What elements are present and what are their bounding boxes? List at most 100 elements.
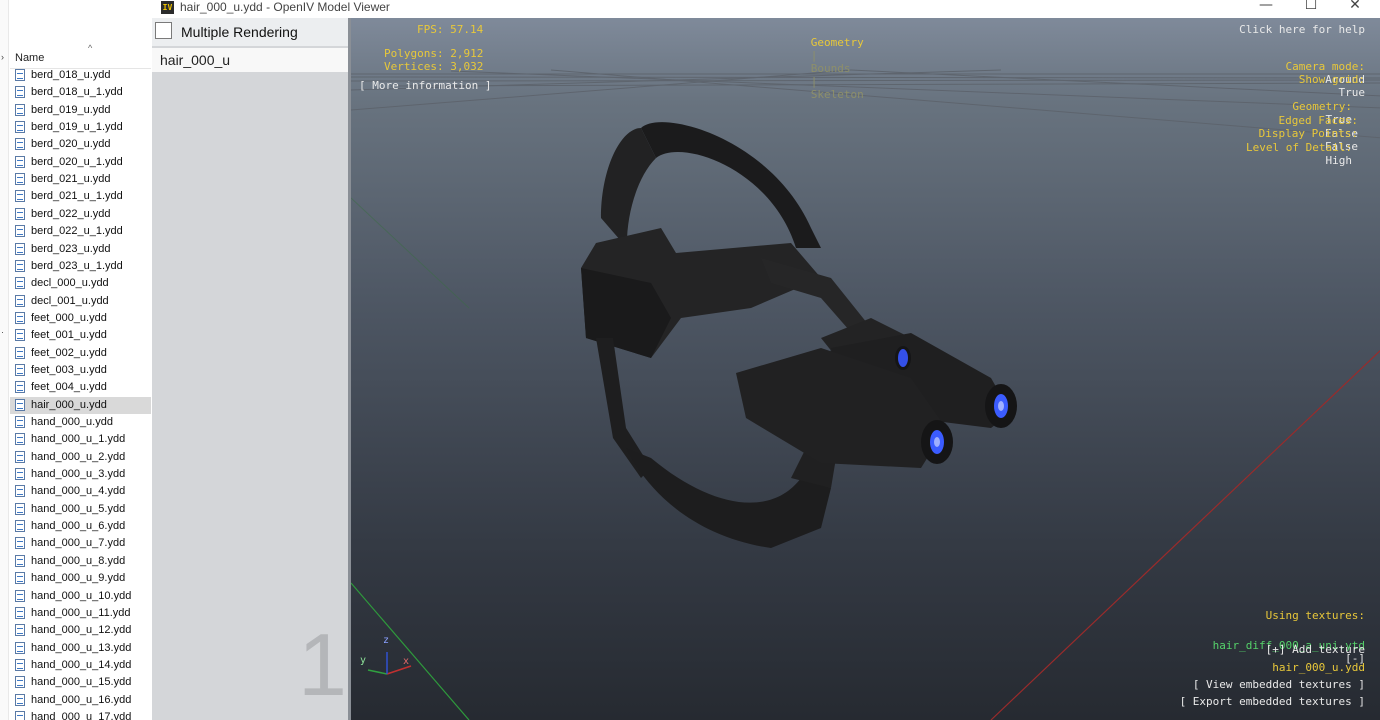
- ydd-file-icon: [15, 329, 25, 342]
- ydd-file-icon: [15, 69, 25, 81]
- file-list-item[interactable]: hand_000_u_17.ydd: [10, 709, 151, 720]
- file-list-item[interactable]: hand_000_u_8.ydd: [10, 553, 151, 570]
- ydd-file-icon: [15, 606, 25, 619]
- file-list-item[interactable]: hand_000_u_13.ydd: [10, 640, 151, 657]
- goggles-model: [581, 122, 1017, 548]
- file-list-item[interactable]: hand_000_u_12.ydd: [10, 622, 151, 639]
- file-list-item[interactable]: feet_004_u.ydd: [10, 379, 151, 396]
- file-list-item[interactable]: hand_000_u_4.ydd: [10, 483, 151, 500]
- close-button[interactable]: ✕: [1335, 0, 1375, 13]
- file-list-item[interactable]: hand_000_u_15.ydd: [10, 674, 151, 691]
- tab-separator: |: [810, 49, 818, 62]
- file-list-item[interactable]: hand_000_u_9.ydd: [10, 570, 151, 587]
- file-list-item[interactable]: berd_020_u_1.ydd: [10, 154, 151, 171]
- file-list-item[interactable]: feet_003_u.ydd: [10, 362, 151, 379]
- file-list-item[interactable]: hand_000_u_5.ydd: [10, 501, 151, 518]
- expand-arrow-icon[interactable]: ›: [1, 52, 4, 62]
- file-name: hand_000_u_12.ydd: [31, 624, 132, 637]
- add-texture-button[interactable]: [+] Add texture: [1266, 643, 1365, 656]
- ydd-file-icon: [15, 277, 25, 290]
- tab-skeleton[interactable]: Skeleton: [811, 88, 864, 101]
- file-list-item[interactable]: berd_023_u.ydd: [10, 241, 151, 258]
- file-name: feet_004_u.ydd: [31, 381, 107, 394]
- lod-value[interactable]: High: [1326, 154, 1353, 167]
- file-list-item[interactable]: berd_019_u_1.ydd: [10, 119, 151, 136]
- file-list-item[interactable]: hand_000_u_2.ydd: [10, 449, 151, 466]
- file-list-item[interactable]: berd_020_u.ydd: [10, 136, 151, 153]
- model-list-pane: Multiple Rendering hair_000_u 1: [152, 18, 348, 720]
- ydd-file-icon: [15, 103, 25, 116]
- file-list-item[interactable]: hand_000_u_7.ydd: [10, 535, 151, 552]
- help-link[interactable]: Click here for help: [1239, 23, 1365, 36]
- ydd-file-icon: [15, 693, 25, 706]
- file-name: hand_000_u_6.ydd: [31, 520, 126, 533]
- file-name: berd_022_u.ydd: [31, 207, 111, 220]
- view-embedded-textures-button[interactable]: [ View embedded textures ]: [1193, 678, 1365, 691]
- file-name: feet_001_u.ydd: [31, 329, 107, 342]
- file-name: hand_000_u_7.ydd: [31, 537, 126, 550]
- ydd-file-icon: [15, 450, 25, 463]
- file-name: feet_002_u.ydd: [31, 346, 107, 359]
- ydd-file-icon: [15, 676, 25, 689]
- file-list-item[interactable]: hand_000_u_14.ydd: [10, 657, 151, 674]
- lod-row[interactable]: Level of Detail: High: [1206, 128, 1352, 180]
- file-explorer-pane: › · ^ Name berd_018_u.ydd berd_018_u_1.yd…: [0, 0, 153, 720]
- file-list-item[interactable]: berd_022_u.ydd: [10, 206, 151, 223]
- file-list-item[interactable]: berd_021_u.ydd: [10, 171, 151, 188]
- file-list[interactable]: berd_018_u.ydd berd_018_u_1.ydd berd_019_u…: [10, 60, 151, 720]
- tab-bounds[interactable]: Bounds: [811, 62, 851, 75]
- fps-readout: FPS: 57.14: [417, 23, 484, 36]
- tab-separator: |: [810, 75, 818, 88]
- file-list-item[interactable]: feet_002_u.ydd: [10, 345, 151, 362]
- ydd-file-icon: [15, 381, 25, 394]
- ydd-file-icon: [15, 225, 25, 238]
- file-list-item[interactable]: decl_001_u.ydd: [10, 293, 151, 310]
- ydd-file-icon: [15, 658, 25, 671]
- file-list-item[interactable]: hand_000_u.ydd: [10, 414, 151, 431]
- model-list-item[interactable]: hair_000_u: [152, 48, 348, 72]
- maximize-button[interactable]: ☐: [1291, 0, 1331, 13]
- file-list-item[interactable]: berd_023_u_1.ydd: [10, 258, 151, 275]
- ydd-file-icon: [15, 589, 25, 602]
- more-information-link[interactable]: [ More information ]: [359, 79, 491, 92]
- multiple-rendering-label: Multiple Rendering: [181, 24, 298, 40]
- file-name: hand_000_u_16.ydd: [31, 693, 132, 706]
- ydd-file-icon: [15, 138, 25, 151]
- openiv-model-viewer-window: IV hair_000_u.ydd - OpenIV Model Viewer …: [152, 0, 1380, 720]
- multiple-rendering-checkbox[interactable]: [155, 22, 172, 39]
- ydd-file-icon: [15, 485, 25, 498]
- ydd-file-icon: [15, 190, 25, 203]
- multiple-rendering-row[interactable]: Multiple Rendering: [152, 18, 348, 46]
- file-list-item[interactable]: feet_001_u.ydd: [10, 327, 151, 344]
- 3d-viewport[interactable]: FPS: 57.14 Polygons: 2,912 Vertices: 3,0…: [348, 18, 1380, 720]
- file-list-item[interactable]: decl_000_u.ydd: [10, 275, 151, 292]
- file-list-item[interactable]: hand_000_u_3.ydd: [10, 466, 151, 483]
- polygons-readout: Polygons: 2,912: [384, 47, 484, 60]
- file-list-item[interactable]: hand_000_u_16.ydd: [10, 692, 151, 709]
- view-mode-tabs: Geometry | Bounds | Skeleton: [771, 23, 864, 114]
- minimize-button[interactable]: —: [1246, 0, 1286, 13]
- file-name: berd_020_u_1.ydd: [31, 155, 123, 168]
- file-list-item[interactable]: hair_000_u.ydd: [10, 396, 151, 414]
- vertices-readout: Vertices: 3,032: [384, 60, 484, 73]
- tab-geometry[interactable]: Geometry: [811, 36, 864, 49]
- export-embedded-textures-button[interactable]: [ Export embedded textures ]: [1180, 695, 1365, 708]
- texture-dictionary-label: hair_000_u.ydd: [1272, 661, 1365, 674]
- file-list-item[interactable]: feet_000_u.ydd: [10, 310, 151, 327]
- file-name: hand_000_u_4.ydd: [31, 485, 126, 498]
- file-list-item[interactable]: hand_000_u_11.ydd: [10, 605, 151, 622]
- collapse-marker-icon[interactable]: ·: [1, 327, 4, 337]
- file-list-item[interactable]: berd_018_u_1.ydd: [10, 84, 151, 101]
- title-bar[interactable]: IV hair_000_u.ydd - OpenIV Model Viewer …: [152, 0, 1380, 18]
- file-list-item[interactable]: berd_019_u.ydd: [10, 102, 151, 119]
- file-list-item[interactable]: hand_000_u_10.ydd: [10, 588, 151, 605]
- file-list-item[interactable]: berd_018_u.ydd: [10, 67, 151, 84]
- file-list-item[interactable]: hand_000_u_6.ydd: [10, 518, 151, 535]
- file-name: hand_000_u_5.ydd: [31, 502, 126, 515]
- file-list-item[interactable]: berd_022_u_1.ydd: [10, 223, 151, 240]
- axis-z-label: z: [383, 635, 390, 646]
- ydd-file-icon: [15, 311, 25, 324]
- file-list-item[interactable]: hand_000_u_1.ydd: [10, 431, 151, 448]
- ydd-file-icon: [15, 537, 25, 550]
- file-list-item[interactable]: berd_021_u_1.ydd: [10, 188, 151, 205]
